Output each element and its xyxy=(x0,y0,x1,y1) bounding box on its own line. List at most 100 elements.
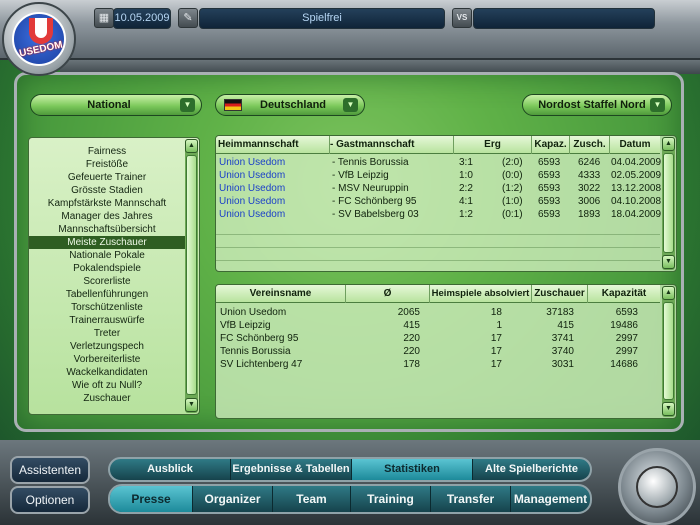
tab-presse[interactable]: Presse xyxy=(110,486,193,512)
list-item[interactable]: Wackelkandidaten xyxy=(29,366,185,379)
statistics-list[interactable]: Fairness Freistöße Gefeuerte Trainer Grö… xyxy=(28,137,200,415)
half-time-score: (1:2) xyxy=(502,183,523,194)
home-team[interactable]: Union Usedom xyxy=(219,169,285,182)
main-tabs: Presse Organizer Team Training Transfer … xyxy=(108,484,592,514)
tab-ergebnisse-tabellen[interactable]: Ergebnisse & Tabellen xyxy=(231,459,352,480)
scroll-thumb[interactable] xyxy=(186,155,197,395)
country-dropdown[interactable]: Deutschland ▼ xyxy=(215,94,365,116)
away-team: - FC Schönberg 95 xyxy=(332,196,417,207)
list-item[interactable]: Manager des Jahres xyxy=(29,210,185,223)
home-games: 17 xyxy=(490,333,502,344)
list-item[interactable]: Vorbereiterliste xyxy=(29,353,185,366)
country-dropdown-label: Deutschland xyxy=(260,99,327,111)
col-home-games: Heimspiele absolviert xyxy=(430,285,532,303)
league-dropdown[interactable]: National ▼ xyxy=(30,94,202,116)
matches-scrollbar[interactable]: ▲ ▼ xyxy=(662,137,675,270)
attendance-total: 415 xyxy=(557,320,574,331)
clubs-scrollbar[interactable]: ▲ ▼ xyxy=(662,286,675,417)
tab-team[interactable]: Team xyxy=(273,486,351,512)
match-date: 04.10.2008 xyxy=(611,196,662,207)
list-item[interactable]: Fairness xyxy=(29,145,185,158)
scroll-down-icon[interactable]: ▼ xyxy=(185,398,198,412)
home-games: 17 xyxy=(490,359,502,370)
list-item[interactable]: Zuschauer xyxy=(29,392,185,405)
list-item[interactable]: Gefeuerte Trainer xyxy=(29,171,185,184)
scroll-up-icon[interactable]: ▲ xyxy=(662,137,675,151)
scroll-up-icon[interactable]: ▲ xyxy=(185,139,198,153)
tab-transfer[interactable]: Transfer xyxy=(431,486,511,512)
list-item[interactable]: Pokalendspiele xyxy=(29,262,185,275)
attendance-total: 3740 xyxy=(551,346,574,357)
away-team: - VfB Leipzig xyxy=(332,170,389,181)
list-item[interactable]: Tabellenführungen xyxy=(29,288,185,301)
capacity: 6593 xyxy=(538,196,561,207)
match-title: Spielfrei xyxy=(199,8,445,29)
average: 2065 xyxy=(397,307,420,318)
options-button[interactable]: Optionen xyxy=(10,486,90,514)
scroll-up-icon[interactable]: ▲ xyxy=(662,286,675,300)
list-item[interactable]: Treter xyxy=(29,327,185,340)
home-team[interactable]: Union Usedom xyxy=(219,156,285,169)
home-team[interactable]: Union Usedom xyxy=(219,182,285,195)
scroll-down-icon[interactable]: ▼ xyxy=(662,402,675,416)
table-header: Vereinsname Ø Heimspiele absolviert Zusc… xyxy=(216,285,660,303)
assistants-button[interactable]: Assistenten xyxy=(10,456,90,484)
attendance-total: 3741 xyxy=(551,333,574,344)
tab-training[interactable]: Training xyxy=(351,486,431,512)
list-item[interactable]: Mannschaftsübersicht xyxy=(29,223,185,236)
list-item[interactable]: Kampfstärkste Mannschaft xyxy=(29,197,185,210)
list-scrollbar[interactable]: ▲ ▼ xyxy=(185,139,198,413)
club-logo[interactable]: USEDOM xyxy=(2,2,76,76)
away-team: - MSV Neuruppin xyxy=(332,183,409,194)
tab-statistiken[interactable]: Statistiken xyxy=(352,459,473,480)
settings-icon[interactable]: ✎ xyxy=(178,8,198,28)
average: 220 xyxy=(403,346,420,357)
score: 4:1 xyxy=(459,196,473,207)
capacity: 19486 xyxy=(610,320,638,331)
list-item[interactable]: Grösste Stadien xyxy=(29,184,185,197)
capacity: 2997 xyxy=(615,333,638,344)
home-team[interactable]: Union Usedom xyxy=(219,195,285,208)
continue-ball-button[interactable] xyxy=(618,448,696,525)
list-item[interactable]: Verletzungspech xyxy=(29,340,185,353)
list-item[interactable]: Scorerliste xyxy=(29,275,185,288)
row-divider xyxy=(216,247,660,248)
crest-u-shape xyxy=(29,18,53,44)
scroll-down-icon[interactable]: ▼ xyxy=(662,255,675,269)
list-item-selected[interactable]: Meiste Zuschauer xyxy=(29,236,185,249)
chevron-down-icon: ▼ xyxy=(650,98,665,112)
list-item[interactable]: Freistöße xyxy=(29,158,185,171)
table-header: Heimmannschaft - Gastmannschaft Erg Kapa… xyxy=(216,136,660,154)
top-bar: ▦ 10.05.2009 ✎ Spielfrei VS xyxy=(0,0,700,60)
tab-organizer[interactable]: Organizer xyxy=(193,486,273,512)
calendar-icon[interactable]: ▦ xyxy=(94,8,114,28)
list-item[interactable]: Nationale Pokale xyxy=(29,249,185,262)
attendance-total: 3031 xyxy=(551,359,574,370)
home-games: 1 xyxy=(496,320,502,331)
capacity: 6593 xyxy=(538,157,561,168)
match-date: 02.05.2009 xyxy=(611,170,662,181)
home-team[interactable]: Union Usedom xyxy=(219,208,285,221)
division-dropdown[interactable]: Nordost Staffel Nord ▼ xyxy=(522,94,672,116)
match-date: 04.04.2009 xyxy=(611,157,662,168)
list-item[interactable]: Trainerrauswürfe xyxy=(29,314,185,327)
attendance: 4333 xyxy=(578,170,601,181)
list-item[interactable]: Wie oft zu Null? xyxy=(29,379,185,392)
vs-icon: VS xyxy=(452,8,472,28)
tab-management[interactable]: Management xyxy=(511,486,590,512)
scroll-thumb[interactable] xyxy=(663,153,674,253)
capacity: 6593 xyxy=(538,183,561,194)
col-attendance-total: Zuschauer xyxy=(532,285,588,303)
club-name: FC Schönberg 95 xyxy=(220,333,299,344)
tab-alte-spielberichte[interactable]: Alte Spielberichte xyxy=(473,459,590,480)
tab-ausblick[interactable]: Ausblick xyxy=(110,459,231,480)
list-item[interactable]: Torschützenliste xyxy=(29,301,185,314)
sub-tabs: Ausblick Ergebnisse & Tabellen Statistik… xyxy=(108,457,592,482)
league-dropdown-label: National xyxy=(87,99,131,111)
attendance: 3022 xyxy=(578,183,601,194)
match-date: 18.04.2009 xyxy=(611,209,662,220)
average: 178 xyxy=(403,359,420,370)
score: 1:2 xyxy=(459,209,473,220)
match-date: 13.12.2008 xyxy=(611,183,662,194)
scroll-thumb[interactable] xyxy=(663,302,674,400)
